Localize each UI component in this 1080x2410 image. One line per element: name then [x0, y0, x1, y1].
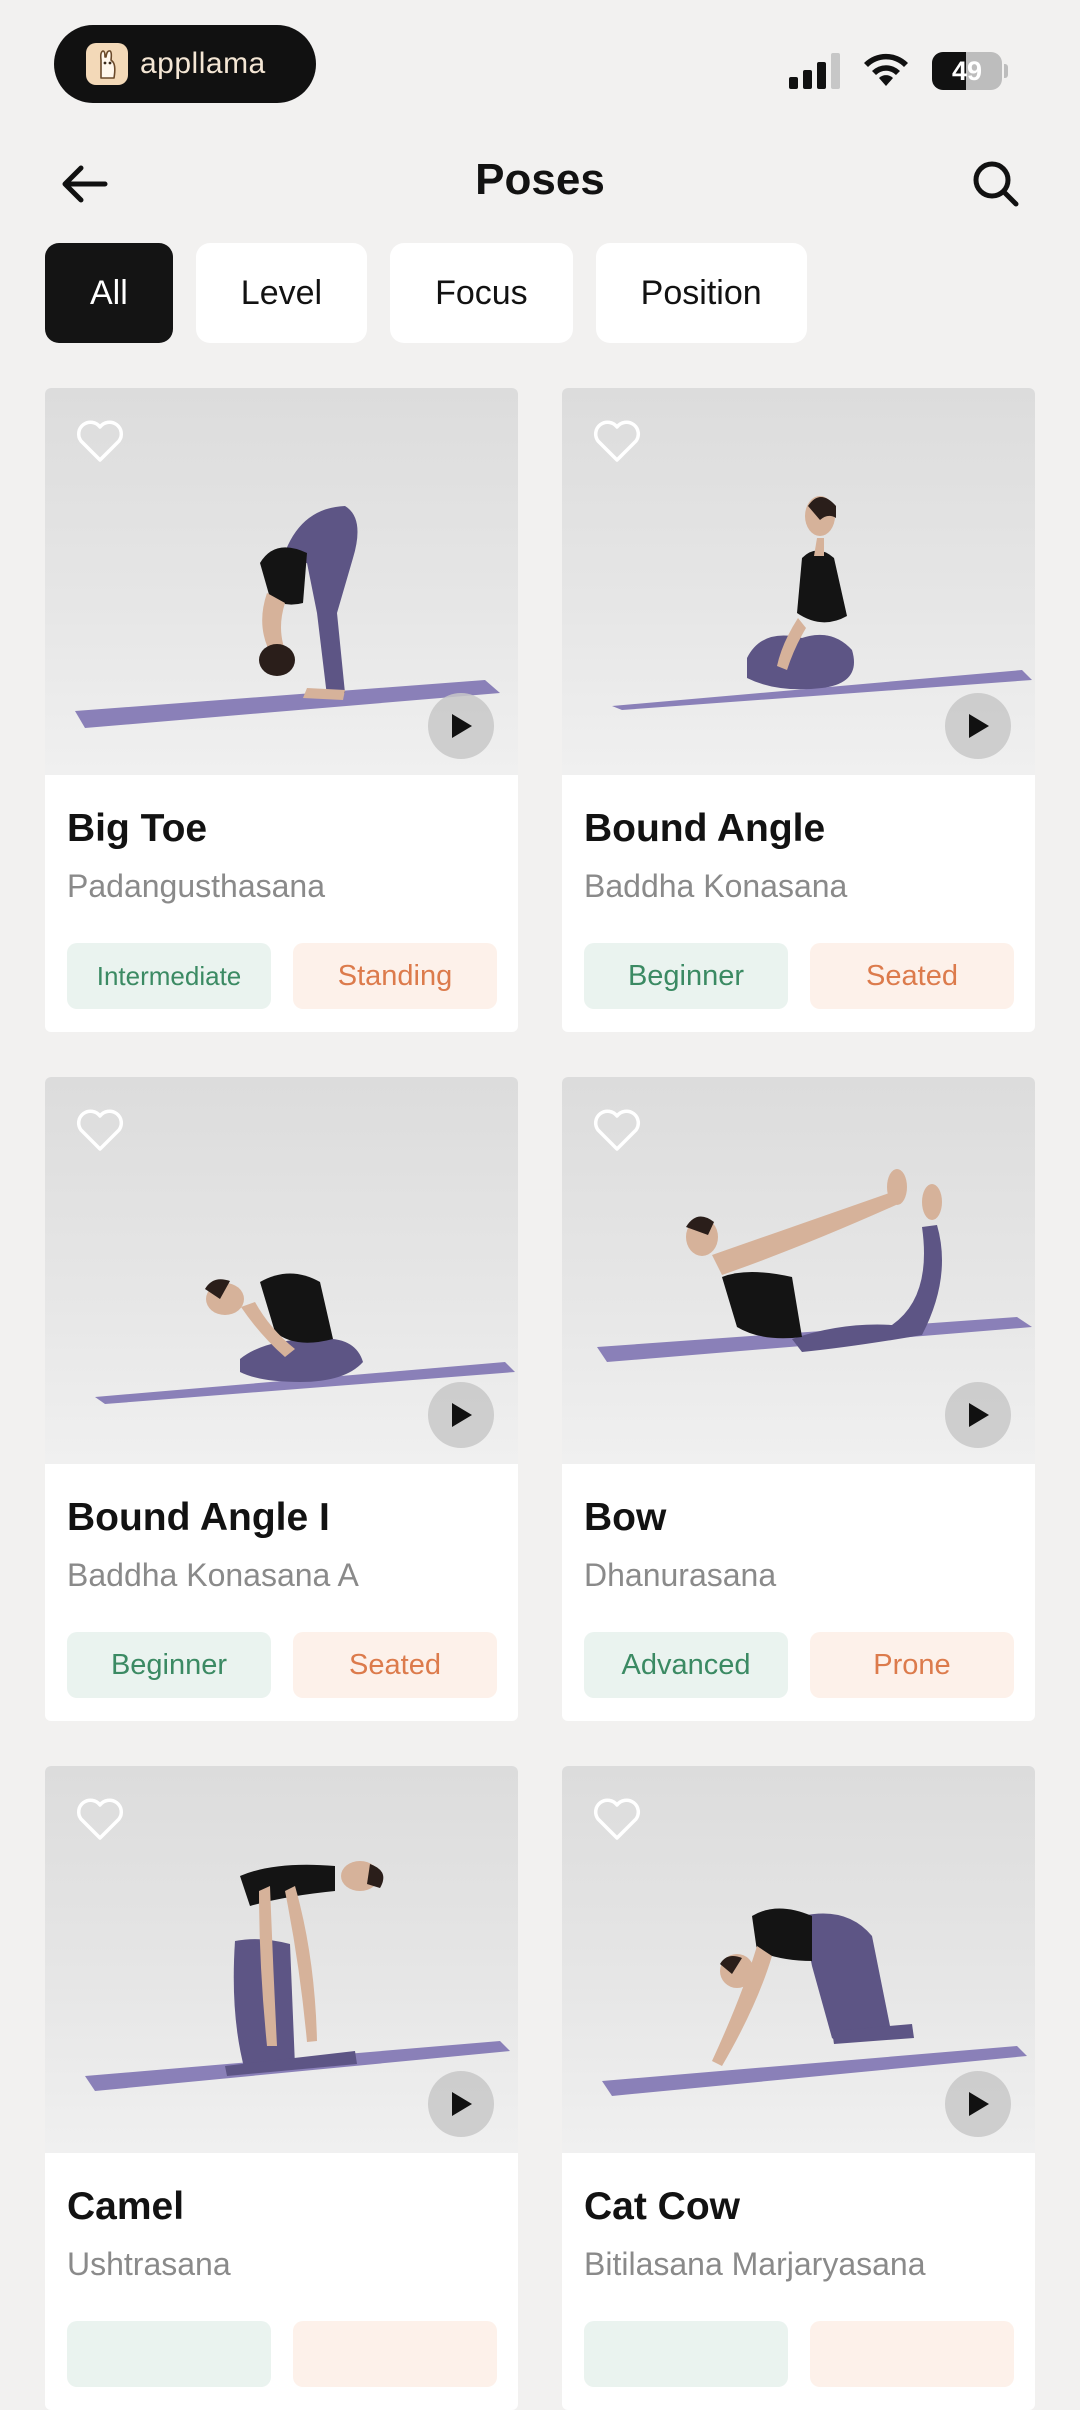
- wifi-icon: [862, 50, 910, 88]
- level-tag: Advanced: [584, 1632, 788, 1698]
- favorite-button[interactable]: [592, 1107, 642, 1153]
- play-icon: [452, 1403, 472, 1427]
- pose-image[interactable]: [45, 1077, 518, 1464]
- level-tag: Beginner: [584, 943, 788, 1009]
- favorite-button[interactable]: [75, 1796, 125, 1842]
- favorite-button[interactable]: [592, 418, 642, 464]
- pose-image[interactable]: [562, 388, 1035, 775]
- pose-card[interactable]: Bound Angle Baddha Konasana Beginner Sea…: [562, 388, 1035, 1032]
- pose-sanskrit-name: Padangusthasana: [67, 868, 325, 904]
- position-tag: Prone: [810, 1632, 1014, 1698]
- pose-card[interactable]: Bound Angle I Baddha Konasana A Beginner…: [45, 1077, 518, 1721]
- search-icon: [973, 161, 1019, 207]
- app-brand-pill: appllama: [54, 25, 316, 103]
- battery-level: 49: [951, 56, 983, 86]
- play-button[interactable]: [428, 693, 494, 759]
- filter-chip-position[interactable]: Position: [595, 243, 807, 343]
- position-tag: [810, 2321, 1014, 2387]
- pose-grid: Big Toe Padangusthasana Intermediate Sta…: [45, 388, 1035, 2410]
- play-icon: [452, 714, 472, 738]
- play-icon: [969, 2092, 989, 2116]
- pose-name: Camel: [67, 2185, 185, 2228]
- pose-image[interactable]: [562, 1766, 1035, 2153]
- pose-card[interactable]: Bow Dhanurasana Advanced Prone: [562, 1077, 1035, 1721]
- pose-sanskrit-name: Bitilasana Marjaryasana: [584, 2246, 926, 2282]
- heart-icon: [76, 420, 124, 462]
- position-tag: [293, 2321, 497, 2387]
- pose-image[interactable]: [45, 1766, 518, 2153]
- pose-sanskrit-name: Ushtrasana: [67, 2246, 231, 2282]
- pose-name: Cat Cow: [584, 2185, 740, 2228]
- heart-icon: [593, 1109, 641, 1151]
- pose-card[interactable]: Big Toe Padangusthasana Intermediate Sta…: [45, 388, 518, 1032]
- favorite-button[interactable]: [75, 418, 125, 464]
- position-tag: Seated: [293, 1632, 497, 1698]
- favorite-button[interactable]: [75, 1107, 125, 1153]
- level-tag: Intermediate: [67, 943, 271, 1009]
- app-logo-icon: [86, 43, 128, 85]
- filter-chip-focus[interactable]: Focus: [390, 243, 573, 343]
- heart-icon: [593, 420, 641, 462]
- level-tag: [584, 2321, 788, 2387]
- pose-image[interactable]: [562, 1077, 1035, 1464]
- level-tag: [67, 2321, 271, 2387]
- play-icon: [452, 2092, 472, 2116]
- status-bar: appllama 49: [0, 0, 1080, 130]
- search-button[interactable]: [964, 152, 1028, 216]
- pose-name: Bound Angle I: [67, 1496, 330, 1539]
- play-icon: [969, 1403, 989, 1427]
- pose-image[interactable]: [45, 388, 518, 775]
- heart-icon: [76, 1109, 124, 1151]
- play-button[interactable]: [945, 1382, 1011, 1448]
- pose-name: Big Toe: [67, 807, 208, 850]
- position-tag: Seated: [810, 943, 1014, 1009]
- filter-chip-level[interactable]: Level: [195, 243, 368, 343]
- filter-chip-all[interactable]: All: [45, 243, 173, 343]
- play-button[interactable]: [945, 693, 1011, 759]
- play-icon: [969, 714, 989, 738]
- pose-name: Bow: [584, 1496, 667, 1539]
- play-button[interactable]: [945, 2071, 1011, 2137]
- pose-sanskrit-name: Baddha Konasana: [584, 868, 848, 904]
- app-brand-name: appllama: [140, 47, 266, 80]
- pose-card[interactable]: Cat Cow Bitilasana Marjaryasana: [562, 1766, 1035, 2410]
- battery-icon: 49: [932, 52, 1008, 90]
- play-button[interactable]: [428, 1382, 494, 1448]
- pose-name: Bound Angle: [584, 807, 826, 850]
- heart-icon: [76, 1798, 124, 1840]
- pose-sanskrit-name: Baddha Konasana A: [67, 1557, 359, 1593]
- pose-card[interactable]: Camel Ushtrasana: [45, 1766, 518, 2410]
- page-title: Poses: [475, 155, 605, 204]
- filter-bar: All Level Focus Position: [45, 243, 807, 343]
- header: Poses: [0, 140, 1080, 220]
- level-tag: Beginner: [67, 1632, 271, 1698]
- play-button[interactable]: [428, 2071, 494, 2137]
- cellular-signal-icon: [789, 53, 845, 89]
- position-tag: Standing: [293, 943, 497, 1009]
- heart-icon: [593, 1798, 641, 1840]
- favorite-button[interactable]: [592, 1796, 642, 1842]
- pose-sanskrit-name: Dhanurasana: [584, 1557, 777, 1593]
